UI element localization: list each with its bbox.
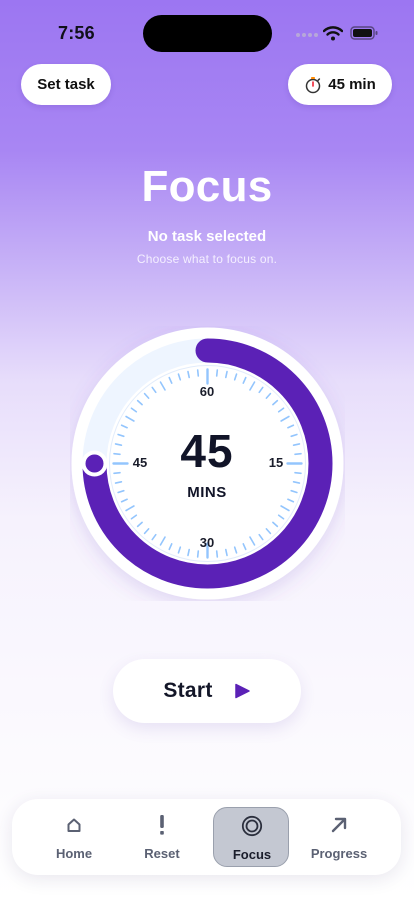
page-title: Focus bbox=[141, 162, 273, 211]
tab-progress[interactable]: Progress bbox=[301, 807, 377, 867]
status-time: 7:56 bbox=[58, 23, 95, 43]
signal-icon bbox=[296, 33, 318, 37]
home-icon bbox=[67, 818, 81, 832]
timer-value: 45 bbox=[180, 425, 234, 477]
dial-tick bbox=[196, 369, 200, 377]
set-task-label: Set task bbox=[37, 76, 95, 93]
stopwatch-icon bbox=[305, 76, 321, 93]
wifi-icon bbox=[323, 26, 343, 41]
tab-reset-label: Reset bbox=[144, 846, 180, 861]
tab-reset[interactable]: Reset bbox=[124, 807, 200, 867]
status-bar: 7:56 bbox=[0, 0, 414, 60]
dial-label-60: 60 bbox=[199, 384, 215, 399]
target-icon bbox=[241, 815, 263, 837]
tab-focus[interactable]: Focus bbox=[213, 807, 289, 867]
task-status: No task selected bbox=[147, 228, 267, 245]
battery-icon bbox=[350, 26, 378, 40]
exclamation-icon bbox=[160, 815, 164, 835]
tab-home-label: Home bbox=[55, 846, 93, 861]
duration-button[interactable]: 45 min bbox=[288, 64, 392, 105]
tab-bar: Home Reset Focus Progress bbox=[12, 799, 401, 875]
task-hint: Choose what to focus on. bbox=[136, 252, 278, 266]
dial-label-30: 30 bbox=[199, 535, 215, 550]
tab-home[interactable]: Home bbox=[36, 807, 112, 867]
timer-unit: MINS bbox=[187, 484, 227, 501]
arrow-up-right-icon bbox=[331, 817, 347, 833]
start-button[interactable]: Start bbox=[113, 659, 301, 723]
tab-focus-label: Focus bbox=[232, 847, 272, 862]
tab-progress-label: Progress bbox=[310, 846, 368, 861]
play-icon bbox=[234, 683, 250, 699]
dial-tick bbox=[215, 369, 219, 377]
set-task-button[interactable]: Set task bbox=[21, 64, 111, 105]
duration-label: 45 min bbox=[328, 76, 376, 93]
dial-tick bbox=[215, 550, 219, 558]
dynamic-island bbox=[143, 15, 272, 52]
dial-tick bbox=[196, 550, 200, 558]
start-label: Start bbox=[163, 679, 213, 702]
